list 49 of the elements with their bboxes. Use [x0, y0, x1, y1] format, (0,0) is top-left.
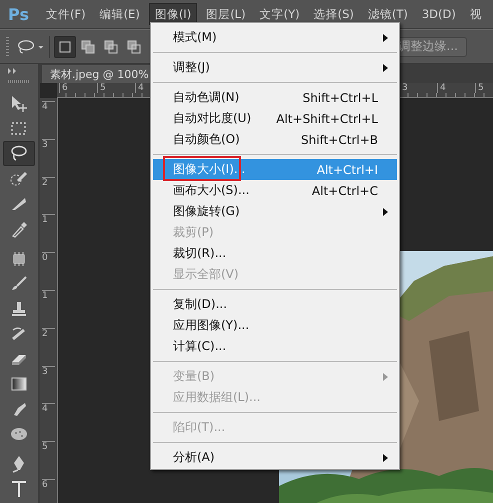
menu-item[interactable]: 裁切(R)... [153, 243, 397, 264]
ruler-label: 2 [42, 328, 55, 339]
ruler-label: 5 [475, 83, 484, 93]
menu-bar-item[interactable]: 文字(Y) [254, 3, 305, 25]
menu-item[interactable]: 分析(A) [153, 447, 397, 468]
menu-item[interactable]: 计算(C)... [153, 336, 397, 357]
menu-item[interactable]: 自动色调(N) Shift+Ctrl+L [153, 87, 397, 108]
grip-icon [8, 80, 30, 83]
lasso-tool-button[interactable] [3, 141, 35, 166]
ruler-label: 2 [42, 176, 55, 188]
ruler-label: 5 [97, 83, 106, 93]
menu-item[interactable]: 画布大小(S)... Alt+Ctrl+C [153, 180, 397, 201]
menu-item[interactable]: 复制(D)... [153, 294, 397, 315]
overlapping-squares-icon [81, 40, 95, 54]
ruler-label: 4 [437, 83, 446, 93]
ruler-label: 5 [42, 441, 55, 452]
app-logo: Ps [8, 4, 29, 24]
type-icon [9, 478, 29, 498]
menu-item[interactable]: 自动颜色(O) Shift+Ctrl+B [153, 129, 397, 150]
lasso-icon [9, 144, 29, 164]
menu-bar-item[interactable]: 视 [464, 3, 487, 25]
menu-bar-item[interactable]: 选择(S) [308, 3, 359, 25]
ruler-label: 3 [42, 366, 55, 377]
ruler-label: 1 [42, 214, 55, 226]
overlapping-squares-icon [127, 40, 141, 54]
menu-bar-item[interactable]: 编辑(E) [94, 3, 145, 25]
ruler-label: 1 [42, 290, 55, 301]
move-arrow-icon [9, 94, 29, 114]
square-icon [58, 40, 72, 54]
ruler-label: 6 [42, 479, 55, 490]
grip-icon [6, 36, 9, 56]
ruler-label: 4 [42, 403, 55, 414]
overlapping-squares-icon [104, 40, 118, 54]
menu-bar-item[interactable]: 图层(L) [201, 3, 251, 25]
menu-item[interactable]: 图像旋转(G) [153, 201, 397, 222]
selection-mode-button[interactable] [54, 36, 76, 58]
lasso-dropdown-icon [17, 38, 45, 56]
ruler-label: 6 [59, 83, 68, 93]
ruler-label: 4 [135, 83, 144, 93]
menu-item[interactable]: 调整(J) [153, 57, 397, 78]
ruler-label: 0 [42, 252, 55, 264]
menu-bar-item[interactable]: 3D(D) [416, 3, 461, 25]
ruler-label: 3 [42, 138, 55, 150]
ruler-label: 4 [42, 101, 55, 112]
menu-item[interactable]: 自动对比度(U) Alt+Shift+Ctrl+L [153, 108, 397, 129]
menu-item[interactable]: 应用图像(Y)... [153, 315, 397, 336]
menu-bar-item[interactable]: 滤镜(T) [362, 3, 413, 25]
menu-bar-item[interactable]: 文件(F) [40, 3, 91, 25]
collapse-icon[interactable] [8, 68, 18, 74]
